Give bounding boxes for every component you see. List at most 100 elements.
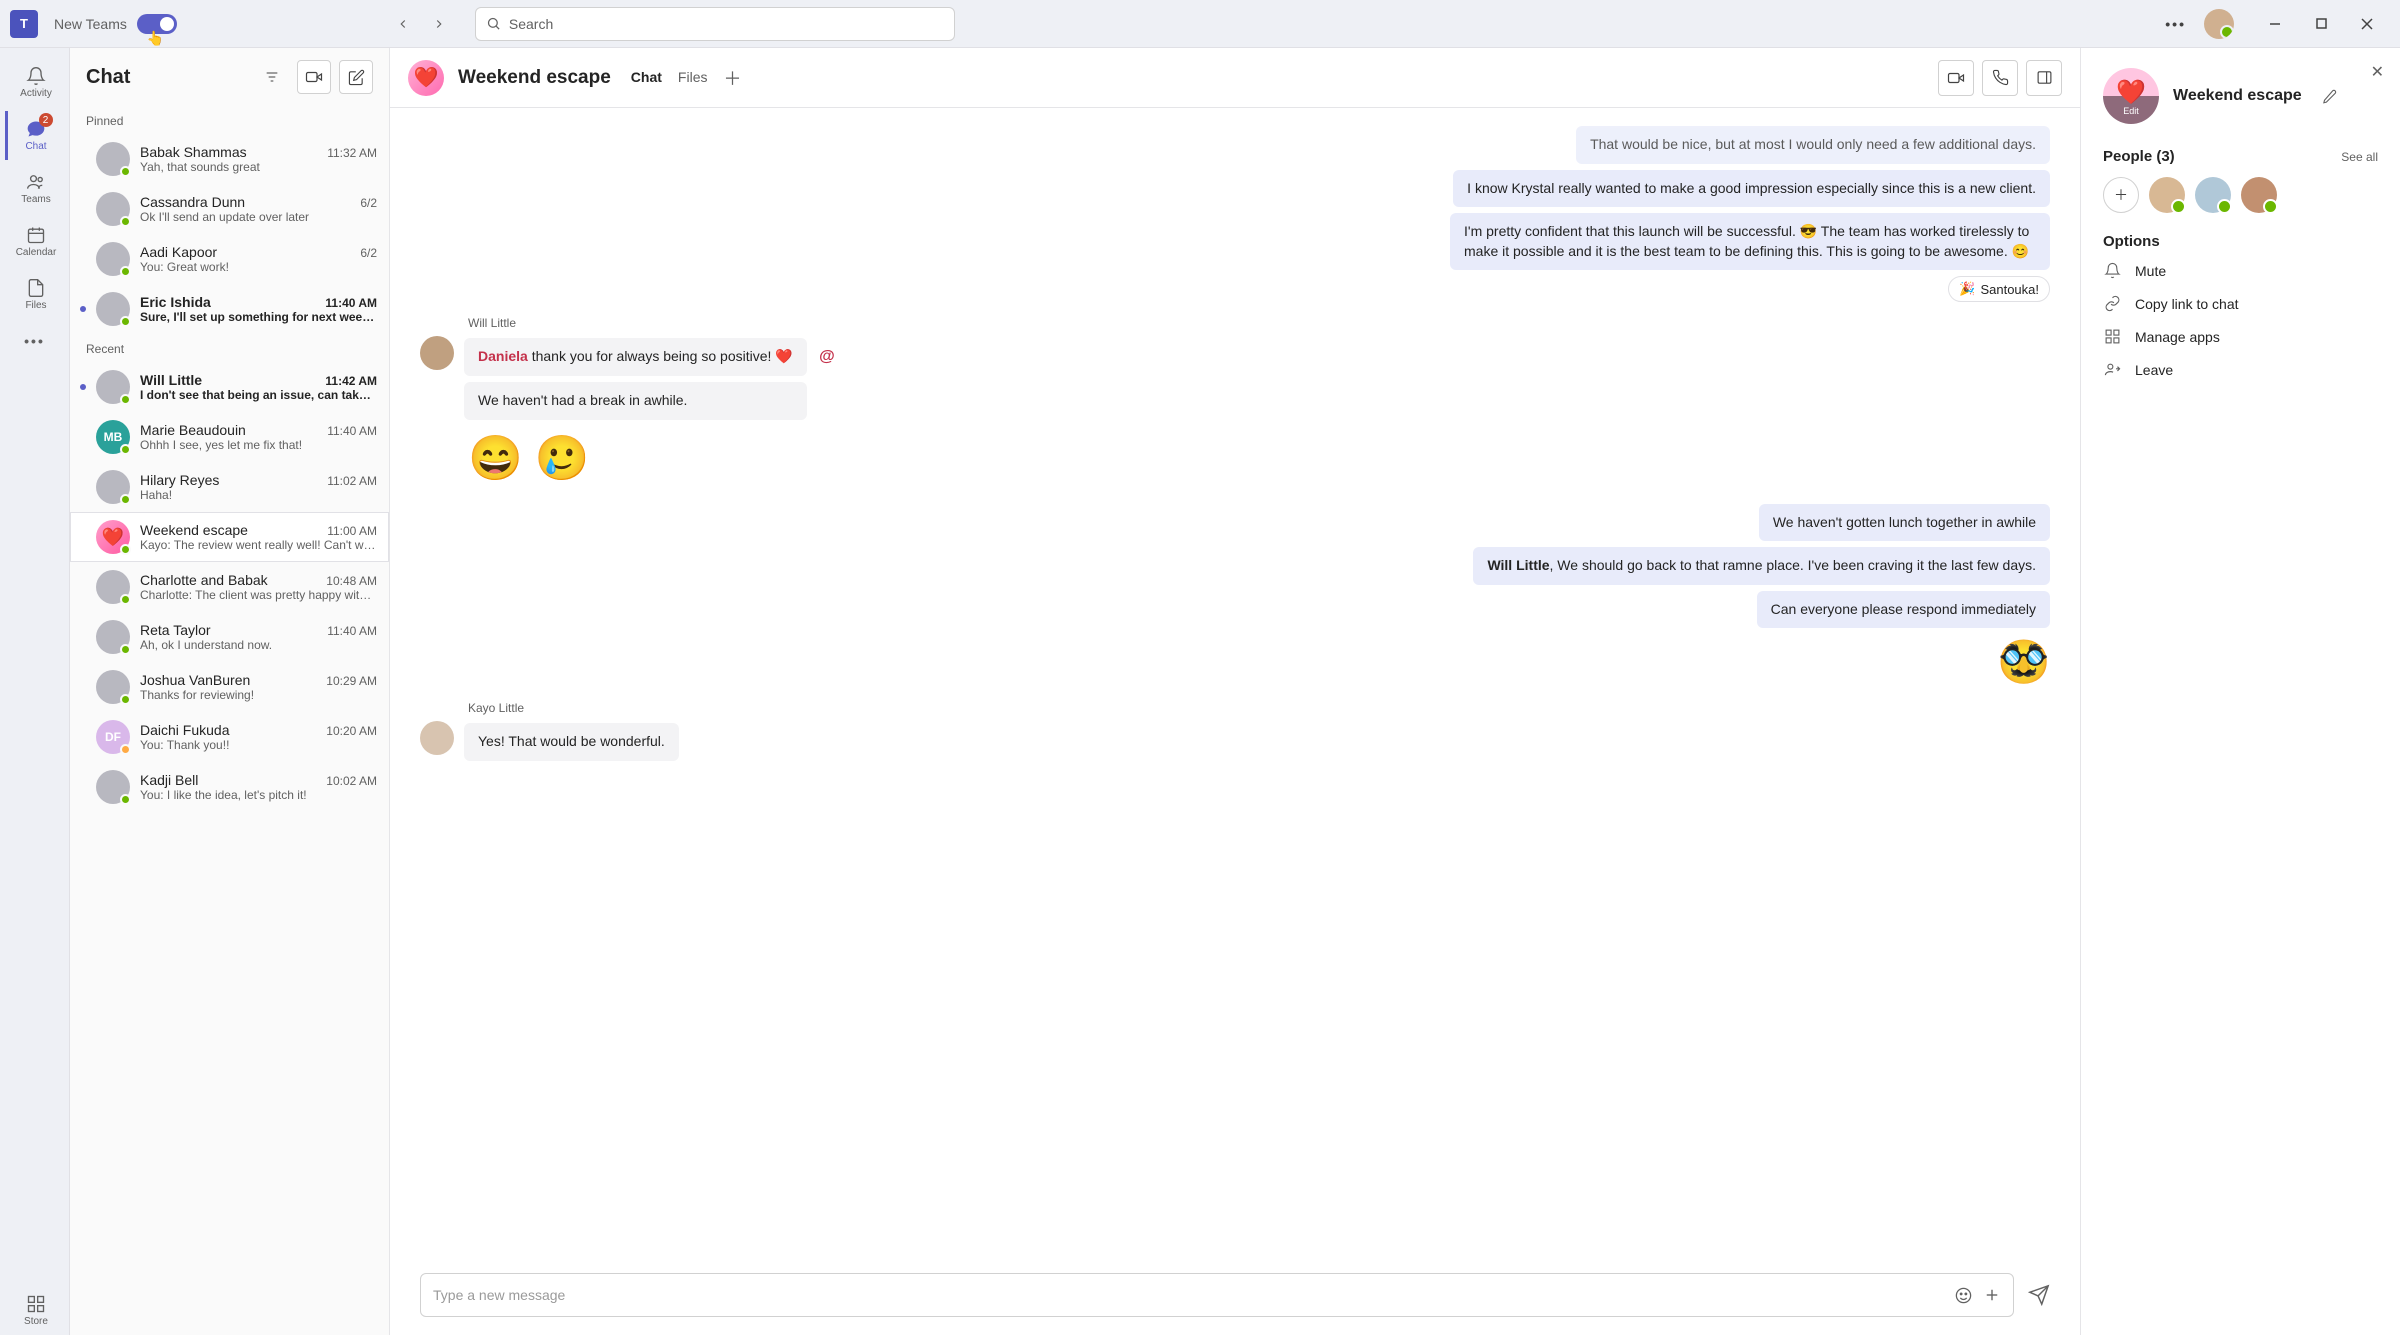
- chat-item-avatar: [96, 192, 130, 226]
- send-button[interactable]: [2028, 1284, 2050, 1306]
- bell-icon: [26, 66, 46, 86]
- chat-list-item[interactable]: DFDaichi Fukuda10:20 AMYou: Thank you!!: [70, 712, 389, 762]
- chat-item-time: 11:40 AM: [327, 624, 377, 638]
- message-composer: [390, 1261, 2080, 1335]
- rail-teams[interactable]: Teams: [5, 164, 65, 213]
- compose-input[interactable]: [433, 1287, 1944, 1303]
- tab-chat[interactable]: Chat: [631, 65, 662, 91]
- current-user-avatar[interactable]: [2204, 9, 2234, 39]
- edit-name-button[interactable]: [2322, 89, 2337, 104]
- chat-list-item[interactable]: Babak Shammas11:32 AMYah, that sounds gr…: [70, 134, 389, 184]
- conversation-header: ❤️ Weekend escape Chat Files ＋: [390, 48, 2080, 108]
- conv-call-button[interactable]: [1982, 60, 2018, 96]
- chat-item-preview: Ah, ok I understand now.: [140, 638, 377, 652]
- close-details-button[interactable]: ✕: [2371, 62, 2384, 82]
- mention-indicator-icon: @: [819, 346, 835, 368]
- rail-activity[interactable]: Activity: [5, 58, 65, 107]
- chat-list-item[interactable]: Cassandra Dunn6/2Ok I'll send an update …: [70, 184, 389, 234]
- chat-item-name: Marie Beaudouin: [140, 422, 246, 438]
- chat-item-preview: Ok I'll send an update over later: [140, 210, 377, 224]
- people-section-title: People (3): [2103, 148, 2175, 165]
- option-manage-apps[interactable]: Manage apps: [2103, 328, 2378, 345]
- message-bubble[interactable]: Can everyone please respond immediately: [1757, 591, 2050, 629]
- chat-item-time: 11:00 AM: [327, 524, 377, 538]
- chat-list-item[interactable]: Hilary Reyes11:02 AMHaha!: [70, 462, 389, 512]
- chat-list-item[interactable]: Reta Taylor11:40 AMAh, ok I understand n…: [70, 612, 389, 662]
- rail-calendar[interactable]: Calendar: [5, 217, 65, 266]
- add-tab-button[interactable]: ＋: [723, 65, 741, 91]
- compose-more-button[interactable]: [1983, 1286, 2001, 1304]
- chat-item-time: 11:42 AM: [325, 374, 377, 388]
- message-bubble[interactable]: That would be nice, but at most I would …: [1576, 126, 2050, 164]
- conversation-avatar: ❤️: [408, 60, 444, 96]
- person-avatar[interactable]: [2241, 177, 2277, 213]
- option-leave[interactable]: Leave: [2103, 361, 2378, 378]
- details-avatar[interactable]: ❤️ Edit: [2103, 68, 2159, 124]
- chat-list-item[interactable]: Kadji Bell10:02 AMYou: I like the idea, …: [70, 762, 389, 812]
- rail-files[interactable]: Files: [5, 270, 65, 319]
- chat-item-name: Will Little: [140, 372, 202, 388]
- chat-item-avatar: [96, 770, 130, 804]
- message-list: That would be nice, but at most I would …: [390, 108, 2080, 1261]
- more-actions-button[interactable]: •••: [2165, 16, 2186, 32]
- chat-item-avatar: ❤️: [96, 520, 130, 554]
- search-input[interactable]: Search: [475, 7, 955, 41]
- new-teams-toggle[interactable]: [137, 14, 177, 34]
- see-all-people-button[interactable]: See all: [2341, 150, 2378, 164]
- add-person-button[interactable]: ＋: [2103, 177, 2139, 213]
- message-bubble[interactable]: We haven't gotten lunch together in awhi…: [1759, 504, 2050, 542]
- chat-item-name: Charlotte and Babak: [140, 572, 268, 588]
- conversation-pane: ❤️ Weekend escape Chat Files ＋: [390, 48, 2080, 1335]
- chat-list-item[interactable]: Eric Ishida11:40 AMSure, I'll set up som…: [70, 284, 389, 334]
- window-close-button[interactable]: [2344, 8, 2390, 40]
- chat-list-item[interactable]: ❤️Weekend escape11:00 AMKayo: The review…: [70, 512, 389, 562]
- message-bubble[interactable]: I know Krystal really wanted to make a g…: [1453, 170, 2050, 208]
- nav-forward-button[interactable]: [423, 8, 455, 40]
- emoji-message[interactable]: 😄🥲: [464, 426, 807, 490]
- file-icon: [26, 278, 46, 298]
- filter-button[interactable]: [255, 60, 289, 94]
- chat-item-name: Babak Shammas: [140, 144, 247, 160]
- chat-list-item[interactable]: Charlotte and Babak10:48 AMCharlotte: Th…: [70, 562, 389, 612]
- rail-chat[interactable]: Chat 2: [5, 111, 65, 160]
- chat-list-item[interactable]: MBMarie Beaudouin11:40 AMOhhh I see, yes…: [70, 412, 389, 462]
- conv-panel-toggle-button[interactable]: [2026, 60, 2062, 96]
- new-chat-button[interactable]: [339, 60, 373, 94]
- chat-item-time: 10:20 AM: [326, 724, 377, 738]
- option-mute[interactable]: Mute: [2103, 262, 2378, 279]
- message-reaction[interactable]: 🎉 Santouka!: [1948, 276, 2050, 302]
- search-placeholder: Search: [509, 16, 553, 32]
- message-bubble[interactable]: Daniela thank you for always being so po…: [464, 338, 807, 376]
- window-minimize-button[interactable]: [2252, 8, 2298, 40]
- message-bubble[interactable]: Yes! That would be wonderful.: [464, 723, 679, 761]
- titlebar: T New Teams 👆 Search •••: [0, 0, 2400, 48]
- person-avatar[interactable]: [2195, 177, 2231, 213]
- rail-more-button[interactable]: •••: [24, 333, 45, 349]
- message-bubble[interactable]: We haven't had a break in awhile.: [464, 382, 807, 420]
- unread-indicator: [80, 384, 86, 390]
- tab-files[interactable]: Files: [678, 65, 708, 91]
- chat-item-name: Daichi Fukuda: [140, 722, 230, 738]
- chat-item-avatar: [96, 370, 130, 404]
- chat-list-item[interactable]: Will Little11:42 AMI don't see that bein…: [70, 362, 389, 412]
- sender-avatar[interactable]: [420, 721, 454, 755]
- message-bubble[interactable]: I'm pretty confident that this launch wi…: [1450, 213, 2050, 270]
- options-section-title: Options: [2103, 233, 2160, 250]
- nav-back-button[interactable]: [387, 8, 419, 40]
- details-panel: ✕ ❤️ Edit Weekend escape People (3) See …: [2080, 48, 2400, 1335]
- person-avatar[interactable]: [2149, 177, 2185, 213]
- video-call-button[interactable]: [297, 60, 331, 94]
- sender-avatar[interactable]: [420, 336, 454, 370]
- conversation-title: Weekend escape: [458, 67, 611, 89]
- emoji-picker-button[interactable]: [1954, 1286, 1973, 1305]
- window-maximize-button[interactable]: [2298, 8, 2344, 40]
- chat-list-item[interactable]: Aadi Kapoor6/2You: Great work!: [70, 234, 389, 284]
- mention[interactable]: Daniela: [478, 348, 528, 364]
- conv-video-button[interactable]: [1938, 60, 1974, 96]
- chat-item-name: Hilary Reyes: [140, 472, 219, 488]
- chat-list-item[interactable]: Joshua VanBuren10:29 AMThanks for review…: [70, 662, 389, 712]
- emoji-message[interactable]: 🥸: [1998, 638, 2050, 687]
- option-copy-link[interactable]: Copy link to chat: [2103, 295, 2378, 312]
- rail-store[interactable]: Store: [5, 1286, 65, 1335]
- message-bubble[interactable]: Will Little, We should go back to that r…: [1473, 547, 2050, 585]
